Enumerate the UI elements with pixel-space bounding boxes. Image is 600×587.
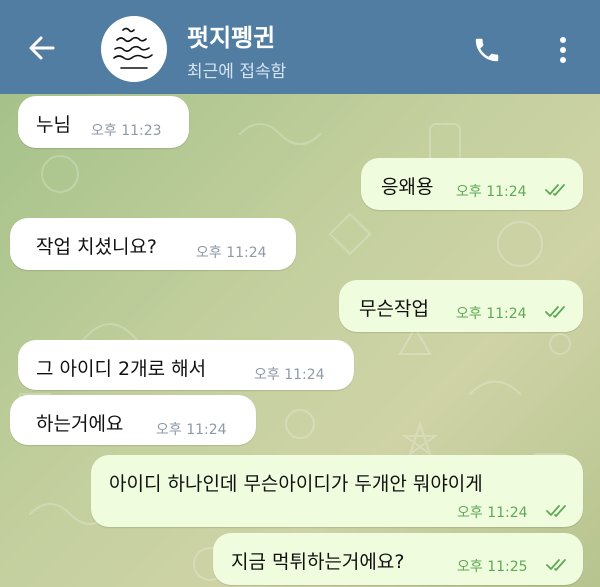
message-time: 오후 11:24: [254, 367, 325, 383]
message-text: 무슨작업: [359, 298, 429, 320]
avatar[interactable]: [101, 16, 167, 82]
message-bubble-incoming[interactable]: 하는거에요 오후 11:24: [10, 395, 256, 445]
message-time: 오후 11:23: [91, 123, 162, 139]
arrow-left-icon: [29, 36, 55, 60]
double-check-icon: [545, 184, 565, 196]
chat-header: 펏지펭귄 최근에 접속함: [0, 0, 600, 94]
more-options-button[interactable]: [548, 33, 578, 67]
message-time: 오후 11:25: [457, 559, 528, 575]
message-bubble-outgoing[interactable]: 무슨작업 오후 11:24: [339, 280, 583, 332]
message-text: 지금 먹튀하는거에요?: [231, 551, 405, 573]
double-check-icon: [545, 306, 565, 318]
message-time: 오후 11:24: [456, 184, 527, 200]
message-bubble-incoming[interactable]: 작업 치셨니요? 오후 11:24: [10, 218, 296, 270]
message-bubble-incoming[interactable]: 그 아이디 2개로 해서 오후 11:24: [18, 340, 354, 390]
message-bubble-outgoing[interactable]: 응왜용 오후 11:24: [361, 158, 583, 210]
message-bubble-outgoing[interactable]: 지금 먹튀하는거에요? 오후 11:25: [213, 533, 583, 585]
phone-icon: [475, 38, 499, 62]
message-time: 오후 11:24: [457, 505, 528, 521]
message-text: 하는거에요: [36, 413, 124, 435]
call-button[interactable]: [470, 33, 504, 67]
message-time: 오후 11:24: [196, 245, 267, 261]
double-check-icon: [546, 559, 566, 571]
message-time: 오후 11:24: [156, 422, 227, 438]
message-text: 그 아이디 2개로 해서: [36, 358, 207, 380]
last-seen-status: 최근에 접속함: [187, 62, 287, 82]
message-text: 아이디 하나인데 무슨아이디가 두개안 뭐야이게: [109, 473, 483, 495]
back-button[interactable]: [24, 30, 60, 66]
dots-vertical-icon: [560, 37, 566, 63]
message-bubble-outgoing[interactable]: 아이디 하나인데 무슨아이디가 두개안 뭐야이게 오후 11:24: [91, 455, 583, 527]
avatar-calligraphy-image: [113, 27, 153, 69]
chat-title: 펏지펭귄: [187, 24, 276, 52]
message-text: 누님: [36, 114, 71, 136]
message-text: 응왜용: [381, 176, 434, 198]
message-time: 오후 11:24: [456, 306, 527, 322]
double-check-icon: [546, 505, 566, 517]
message-bubble-incoming[interactable]: 누님 오후 11:23: [18, 96, 189, 148]
message-text: 작업 치셨니요?: [36, 236, 158, 258]
